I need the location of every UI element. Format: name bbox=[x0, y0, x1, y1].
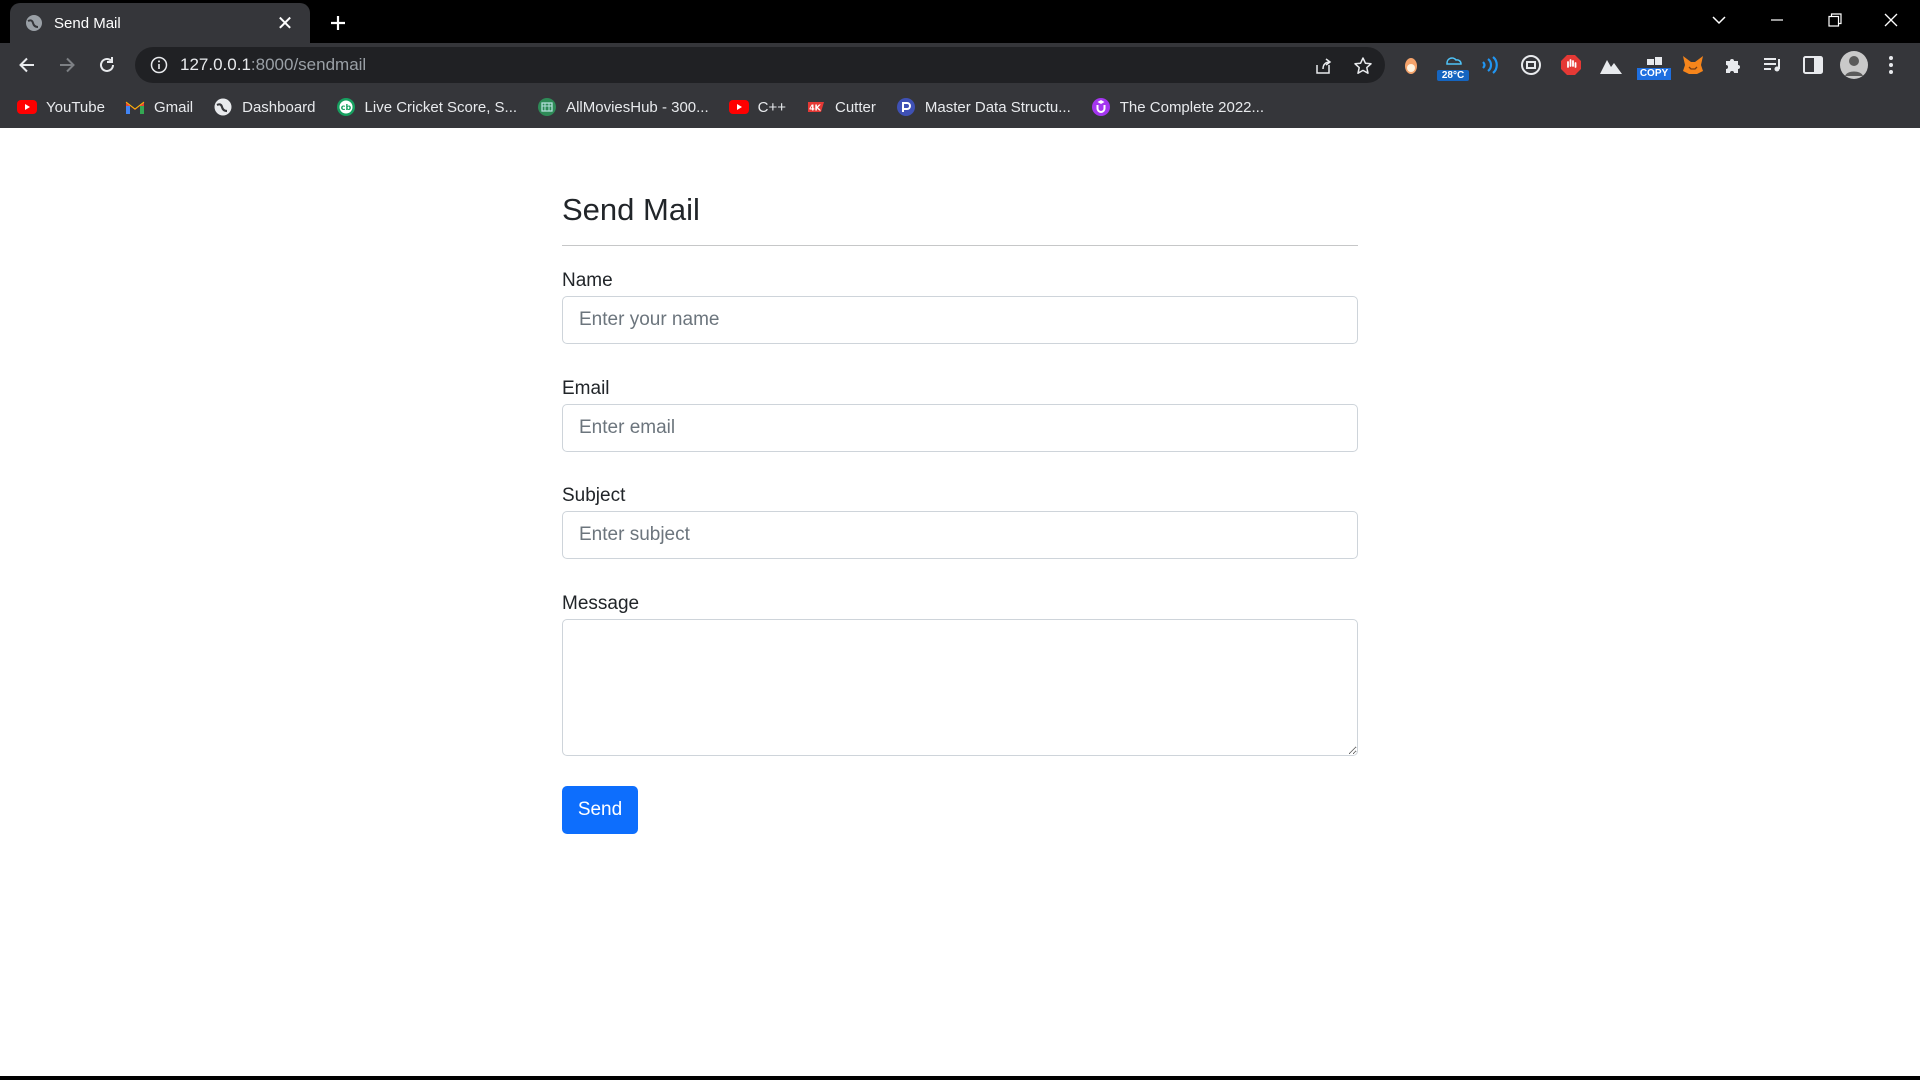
bottom-edge bbox=[0, 1076, 1920, 1080]
email-label: Email bbox=[562, 378, 610, 399]
email-input[interactable] bbox=[562, 404, 1358, 452]
extensions-puzzle-icon[interactable] bbox=[1719, 51, 1747, 79]
bookmark-label: C++ bbox=[757, 98, 786, 116]
bookmark-cpp[interactable]: C++ bbox=[728, 92, 786, 122]
message-label: Message bbox=[562, 593, 640, 614]
side-panel-icon[interactable] bbox=[1799, 51, 1827, 79]
youtube-icon bbox=[17, 97, 37, 117]
send-button[interactable]: Send bbox=[562, 786, 638, 834]
chevron-down-icon bbox=[1712, 16, 1726, 25]
address-bar[interactable]: 127.0.0.1:8000/sendmail bbox=[135, 47, 1385, 83]
subject-input[interactable] bbox=[562, 511, 1358, 559]
close-icon[interactable]: ✕ bbox=[274, 12, 296, 35]
arrow-right-icon bbox=[60, 57, 75, 73]
svg-text:cb: cb bbox=[340, 103, 351, 112]
metamask-fox-icon[interactable] bbox=[1679, 51, 1707, 79]
back-button[interactable] bbox=[11, 49, 43, 81]
info-icon[interactable] bbox=[150, 56, 168, 74]
arrow-left-icon bbox=[19, 57, 34, 73]
copy-extension[interactable]: COPY bbox=[1637, 51, 1671, 80]
bookmark-label: Cutter bbox=[835, 98, 876, 116]
4k-icon: 4K bbox=[806, 97, 826, 117]
forward-button[interactable] bbox=[51, 49, 83, 81]
bookmark-cricbuzz[interactable]: cb Live Cricket Score, S... bbox=[336, 92, 518, 122]
bookmark-label: YouTube bbox=[46, 98, 105, 116]
name-label: Name bbox=[562, 270, 613, 291]
close-window-button[interactable] bbox=[1862, 0, 1920, 40]
globe-icon bbox=[24, 13, 44, 33]
bookmarks-bar: YouTube Gmail Dashboard cb Live Cricket … bbox=[0, 86, 1920, 128]
udemy-icon bbox=[1091, 97, 1111, 117]
youtube-icon bbox=[728, 97, 749, 117]
share-icon[interactable] bbox=[1311, 54, 1335, 78]
reload-button[interactable] bbox=[91, 49, 123, 81]
url-path: :8000/sendmail bbox=[250, 55, 367, 74]
extension-egg-icon[interactable] bbox=[1397, 51, 1425, 79]
cricbuzz-icon: cb bbox=[336, 97, 356, 117]
title-divider bbox=[562, 245, 1358, 246]
bookmark-label: Dashboard bbox=[242, 98, 316, 116]
url-host: 127.0.0.1 bbox=[180, 55, 251, 74]
restore-button[interactable] bbox=[1806, 0, 1864, 40]
minimize-icon bbox=[1771, 19, 1783, 21]
name-input[interactable] bbox=[562, 296, 1358, 344]
close-icon bbox=[1884, 13, 1898, 27]
media-control-icon[interactable] bbox=[1759, 51, 1787, 79]
minimize-button[interactable] bbox=[1748, 0, 1806, 40]
tab-search-button[interactable] bbox=[1690, 0, 1748, 40]
browser-toolbar: 127.0.0.1:8000/sendmail 28°C COPY bbox=[0, 43, 1920, 86]
bookmark-dashboard[interactable]: Dashboard bbox=[213, 92, 316, 122]
bookmark-label: Live Cricket Score, S... bbox=[364, 98, 518, 116]
profile-avatar[interactable] bbox=[1839, 51, 1869, 79]
url-text: 127.0.0.1:8000/sendmail bbox=[180, 55, 366, 75]
page-content: Send Mail Name Email Subject Message Sen… bbox=[0, 128, 1920, 1076]
kebab-menu-icon bbox=[1889, 56, 1893, 74]
adblock-icon[interactable] bbox=[1557, 51, 1585, 79]
tab-title: Send Mail bbox=[54, 14, 121, 32]
reload-icon bbox=[100, 57, 114, 72]
restore-icon bbox=[1828, 13, 1842, 27]
allmovieshub-icon bbox=[537, 97, 557, 117]
weather-temp: 28°C bbox=[1437, 70, 1469, 81]
new-tab-button[interactable] bbox=[323, 8, 353, 38]
message-textarea[interactable] bbox=[562, 619, 1358, 756]
svg-text:4K: 4K bbox=[809, 104, 822, 113]
subject-label: Subject bbox=[562, 485, 626, 506]
avatar bbox=[1840, 51, 1868, 79]
copy-label: COPY bbox=[1637, 68, 1671, 80]
bookmark-gmail[interactable]: Gmail bbox=[125, 92, 193, 122]
browser-menu-button[interactable] bbox=[1877, 51, 1905, 79]
bookmark-udemy[interactable]: The Complete 2022... bbox=[1091, 92, 1264, 122]
bookmark-label: AllMoviesHub - 300... bbox=[566, 98, 709, 116]
bookmark-label: The Complete 2022... bbox=[1119, 98, 1265, 116]
bookmark-allmovieshub[interactable]: AllMoviesHub - 300... bbox=[537, 92, 709, 122]
tab-send-mail[interactable]: Send Mail ✕ bbox=[10, 3, 310, 43]
gmail-icon bbox=[125, 97, 145, 117]
extension-screen-icon[interactable] bbox=[1517, 51, 1545, 79]
bookmark-master-dsa[interactable]: Master Data Structu... bbox=[896, 92, 1071, 122]
page-title: Send Mail bbox=[562, 192, 700, 227]
tab-strip: Send Mail ✕ bbox=[0, 0, 1920, 43]
plus-icon bbox=[331, 16, 345, 30]
bookmark-youtube[interactable]: YouTube bbox=[17, 92, 105, 122]
extension-mountain-icon[interactable] bbox=[1597, 51, 1625, 79]
bookmark-label: Master Data Structu... bbox=[924, 98, 1071, 116]
globe-icon bbox=[213, 97, 233, 117]
course-icon bbox=[896, 97, 916, 117]
extension-wave-icon[interactable] bbox=[1477, 51, 1505, 79]
bookmark-label: Gmail bbox=[153, 98, 194, 116]
weather-extension[interactable]: 28°C bbox=[1437, 51, 1469, 81]
bookmark-cutter[interactable]: 4K Cutter bbox=[806, 92, 876, 122]
bookmark-star-icon[interactable] bbox=[1351, 54, 1375, 78]
